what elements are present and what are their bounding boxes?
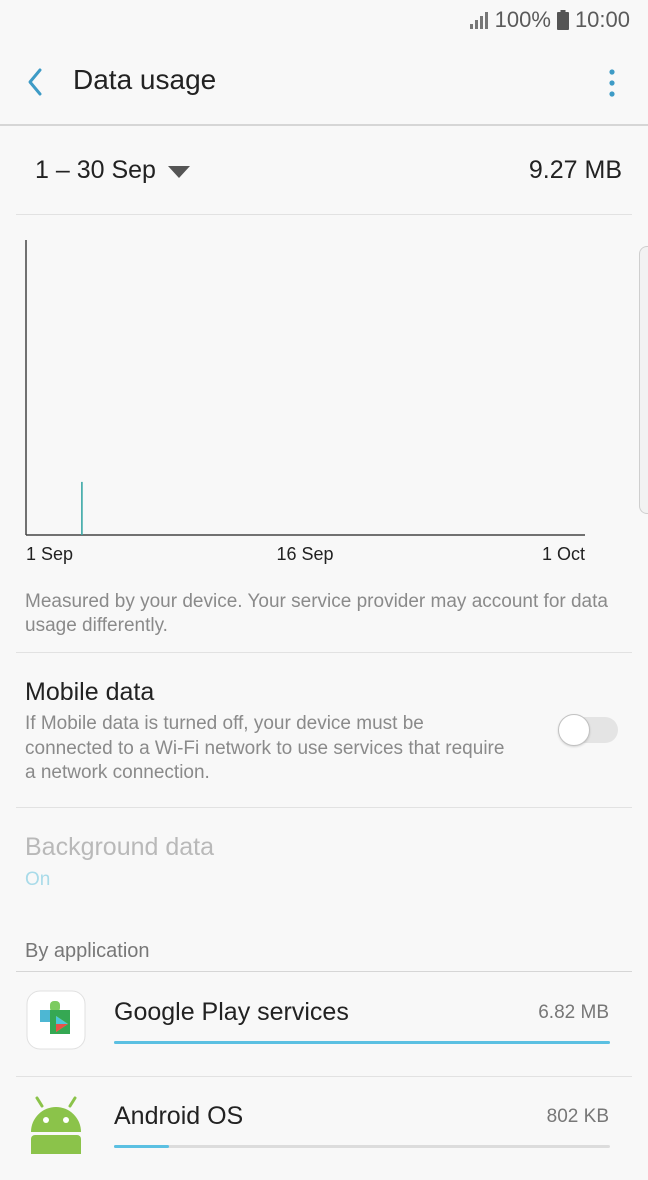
- status-bar: 100% 10:00: [0, 0, 648, 40]
- x-tick-label: 1 Sep: [26, 544, 73, 564]
- period-total: 9.27 MB: [528, 156, 622, 184]
- more-options-icon[interactable]: [606, 68, 618, 98]
- app-name: Google Play services: [114, 998, 349, 1026]
- clock: 10:00: [574, 7, 630, 32]
- app-usage-bar-fill: [114, 1145, 169, 1148]
- page-title: Data usage: [73, 64, 217, 95]
- app-usage-bar: [114, 1041, 610, 1044]
- app-row-google-play-services[interactable]: Google Play services 6.82 MB: [16, 972, 632, 1076]
- status-icons: 100% 10:00: [469, 7, 630, 33]
- app-usage-bar-fill: [114, 1041, 610, 1044]
- mobile-data-title: Mobile data: [25, 678, 155, 706]
- mobile-data-toggle[interactable]: [558, 714, 618, 746]
- app-name: Android OS: [114, 1102, 244, 1130]
- measurement-note: Measured by your device. Your service pr…: [25, 591, 608, 636]
- back-arrow-icon[interactable]: [20, 64, 50, 100]
- app-bar: Data usage: [0, 40, 648, 126]
- background-data-status: On: [25, 869, 51, 890]
- toggle-thumb: [558, 714, 590, 746]
- period-selector[interactable]: 1 – 30 Sep: [35, 156, 190, 185]
- app-usage-size: 802 KB: [546, 1106, 609, 1127]
- mobile-data-description: If Mobile data is turned off, your devic…: [25, 713, 505, 783]
- period-row: 1 – 30 Sep 9.27 MB: [16, 128, 632, 215]
- signal-icon: [469, 12, 488, 29]
- period-label: 1 – 30 Sep: [35, 156, 156, 184]
- app-usage-size: 6.82 MB: [538, 1002, 609, 1023]
- dropdown-arrow-icon: [167, 165, 190, 178]
- battery-percent: 100%: [494, 7, 551, 32]
- app-usage-bar: [114, 1145, 610, 1148]
- usage-chart: 1 Sep 16 Sep 1 Oct: [25, 240, 585, 564]
- battery-icon: [556, 10, 569, 30]
- section-header: By application: [25, 940, 150, 962]
- google-play-services-icon: [26, 990, 86, 1050]
- android-icon: [31, 1096, 81, 1154]
- app-row-android-os[interactable]: Android OS 802 KB: [16, 1076, 632, 1180]
- divider: [16, 807, 632, 808]
- divider: [16, 652, 632, 653]
- x-tick-label: 1 Oct: [542, 544, 585, 564]
- background-data-title: Background data: [25, 833, 215, 861]
- chart-scroll-handle[interactable]: [639, 246, 648, 514]
- x-tick-label: 16 Sep: [276, 544, 333, 564]
